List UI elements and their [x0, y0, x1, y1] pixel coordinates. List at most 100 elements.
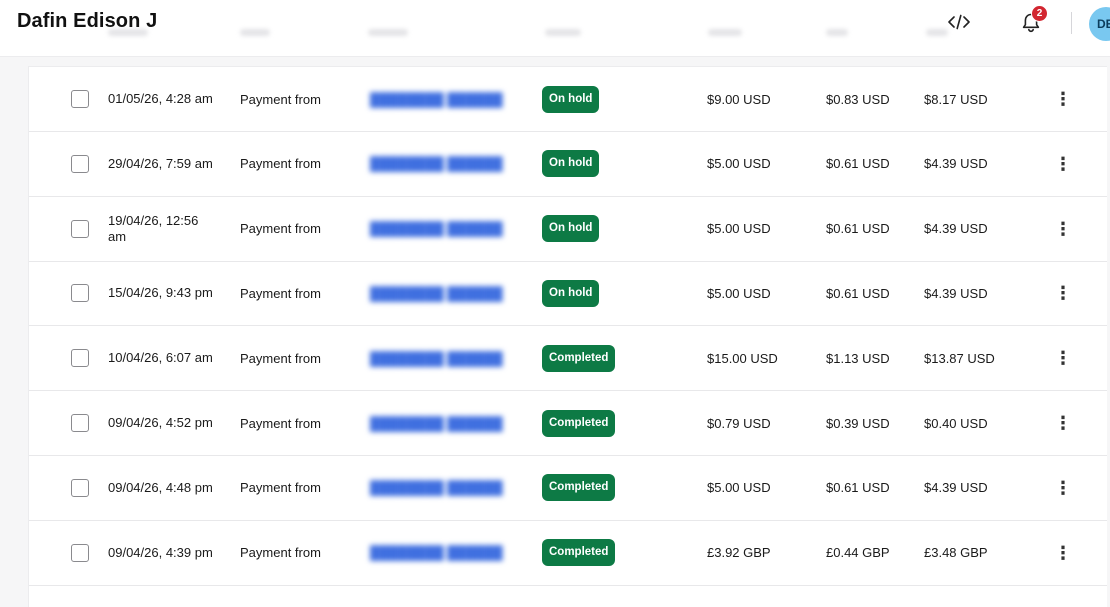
transaction-net: $4.39 USD — [924, 156, 988, 172]
date-cell: 15/04/26, 9:43 pm — [108, 261, 228, 325]
description-cell: Payment from — [240, 391, 360, 455]
status-cell: On hold — [542, 197, 662, 261]
status-cell: Completed — [542, 521, 662, 585]
row-menu-button[interactable]: ⋮ — [1051, 521, 1075, 585]
more-vertical-icon: ⋮ — [1054, 89, 1072, 109]
description-cell: Payment from — [240, 67, 360, 131]
net-cell: $4.39 USD — [924, 132, 1024, 196]
transaction-amount: $5.00 USD — [707, 221, 771, 237]
row-checkbox-cell — [71, 197, 93, 261]
row-checkbox[interactable] — [71, 284, 89, 303]
net-cell: $8.17 USD — [924, 67, 1024, 131]
row-checkbox[interactable] — [71, 414, 89, 432]
date-cell: 09/04/26, 4:48 pm — [108, 456, 228, 520]
row-checkbox[interactable] — [71, 543, 89, 562]
transaction-description: Payment from — [240, 91, 321, 107]
customer-name-link[interactable]: ████████ ██████ — [370, 92, 503, 107]
customer-cell: ████████ ██████ — [370, 521, 530, 585]
transaction-amount: $0.79 USD — [707, 415, 771, 431]
transaction-amount: $5.00 USD — [707, 156, 771, 172]
more-vertical-icon: ⋮ — [1054, 542, 1072, 563]
table-row[interactable]: 01/05/26, 4:28 am Payment from ████████ ██… — [29, 67, 1107, 132]
transaction-fee: $0.61 USD — [826, 221, 890, 237]
customer-cell: ████████ ██████ — [370, 261, 530, 325]
transaction-amount: $9.00 USD — [707, 91, 771, 107]
row-checkbox-cell — [71, 326, 93, 390]
customer-name-link[interactable]: ████████ ██████ — [370, 156, 503, 171]
blurred-column-headers — [0, 24, 1110, 44]
description-cell: Payment from — [240, 132, 360, 196]
transaction-date: 29/04/26, 7:59 am — [108, 155, 213, 171]
status-badge: On hold — [542, 279, 600, 307]
code-icon[interactable] — [946, 10, 972, 34]
more-vertical-icon: ⋮ — [1054, 413, 1072, 433]
row-menu-button[interactable]: ⋮ — [1051, 391, 1075, 455]
fee-cell: $0.61 USD — [826, 197, 916, 261]
row-menu-button[interactable]: ⋮ — [1051, 197, 1075, 261]
row-menu-button[interactable]: ⋮ — [1051, 456, 1075, 520]
row-menu-button[interactable]: ⋮ — [1051, 67, 1075, 131]
customer-name-link[interactable]: ████████ ██████ — [370, 416, 503, 431]
date-cell: 09/04/26, 4:39 pm — [108, 521, 228, 585]
table-row[interactable]: 09/04/26, 4:39 pm Payment from ████████ ██… — [29, 521, 1107, 586]
transaction-amount: $5.00 USD — [707, 480, 771, 496]
fee-cell: $0.61 USD — [826, 456, 916, 520]
fee-cell: $1.13 USD — [826, 326, 916, 390]
status-cell: Completed — [542, 326, 662, 390]
customer-cell: ████████ ██████ — [370, 456, 530, 520]
table-row[interactable]: 15/04/26, 9:43 pm Payment from ████████ ██… — [29, 261, 1107, 327]
status-badge: On hold — [542, 150, 600, 178]
net-cell: $4.39 USD — [924, 456, 1024, 520]
customer-name-link[interactable]: ████████ ██████ — [370, 545, 503, 560]
row-checkbox[interactable] — [71, 478, 89, 497]
transaction-amount: $15.00 USD — [707, 350, 778, 366]
table-row[interactable]: 10/04/26, 6:07 am Payment from ████████ ██… — [29, 326, 1107, 392]
transaction-date: 19/04/26, 12:56 am — [108, 212, 199, 244]
row-checkbox-cell — [71, 261, 93, 325]
net-cell: $4.39 USD — [924, 197, 1024, 261]
table-row[interactable]: 29/04/26, 7:59 am Payment from ████████ ██… — [29, 132, 1107, 197]
date-cell: 10/04/26, 6:07 am — [108, 326, 228, 390]
status-badge: On hold — [542, 85, 600, 113]
transaction-description: Payment from — [240, 350, 321, 366]
customer-cell: ████████ ██████ — [370, 326, 530, 390]
row-menu-button[interactable]: ⋮ — [1051, 132, 1075, 196]
amount-cell: $5.00 USD — [707, 261, 807, 325]
fee-cell: $0.61 USD — [826, 132, 916, 196]
row-menu-button[interactable]: ⋮ — [1051, 261, 1075, 325]
more-vertical-icon: ⋮ — [1054, 477, 1072, 498]
row-checkbox[interactable] — [71, 349, 89, 368]
row-checkbox[interactable] — [71, 219, 89, 238]
customer-name-link[interactable]: ████████ ██████ — [370, 480, 503, 495]
customer-name-link[interactable]: ████████ ██████ — [370, 221, 503, 236]
transaction-date: 15/04/26, 9:43 pm — [108, 285, 213, 301]
fee-cell: $0.39 USD — [826, 391, 916, 455]
transaction-date: 10/04/26, 6:07 am — [108, 350, 213, 366]
transaction-fee: $0.61 USD — [826, 480, 890, 496]
transaction-fee: $0.61 USD — [826, 285, 890, 301]
customer-name-link[interactable]: ████████ ██████ — [370, 351, 503, 366]
row-checkbox[interactable] — [71, 154, 89, 173]
row-menu-button[interactable]: ⋮ — [1051, 326, 1075, 390]
transaction-net: £3.48 GBP — [924, 545, 988, 561]
table-row[interactable]: 09/04/26, 4:52 pm Payment from ████████ ██… — [29, 391, 1107, 456]
table-row[interactable]: 19/04/26, 12:56 am Payment from ████████ █… — [29, 197, 1107, 262]
page-title: Dafin Edison J — [17, 10, 158, 32]
customer-cell: ████████ ██████ — [370, 391, 530, 455]
transaction-fee: $0.39 USD — [826, 415, 890, 431]
transaction-date: 09/04/26, 4:48 pm — [108, 479, 213, 495]
transaction-amount: £3.92 GBP — [707, 545, 771, 561]
fee-cell: $0.61 USD — [826, 261, 916, 325]
transaction-fee: $1.13 USD — [826, 350, 890, 366]
fee-cell: £0.44 GBP — [826, 521, 916, 585]
table-row[interactable]: 09/04/26, 4:48 pm Payment from ████████ ██… — [29, 456, 1107, 521]
more-vertical-icon: ⋮ — [1054, 218, 1072, 239]
date-cell: 01/05/26, 4:28 am — [108, 67, 228, 131]
status-cell: On hold — [542, 132, 662, 196]
header-divider — [1071, 12, 1072, 34]
row-checkbox[interactable] — [71, 90, 89, 108]
net-cell: $0.40 USD — [924, 391, 1024, 455]
more-vertical-icon: ⋮ — [1054, 153, 1072, 174]
customer-cell: ████████ ██████ — [370, 197, 530, 261]
customer-name-link[interactable]: ████████ ██████ — [370, 286, 503, 301]
